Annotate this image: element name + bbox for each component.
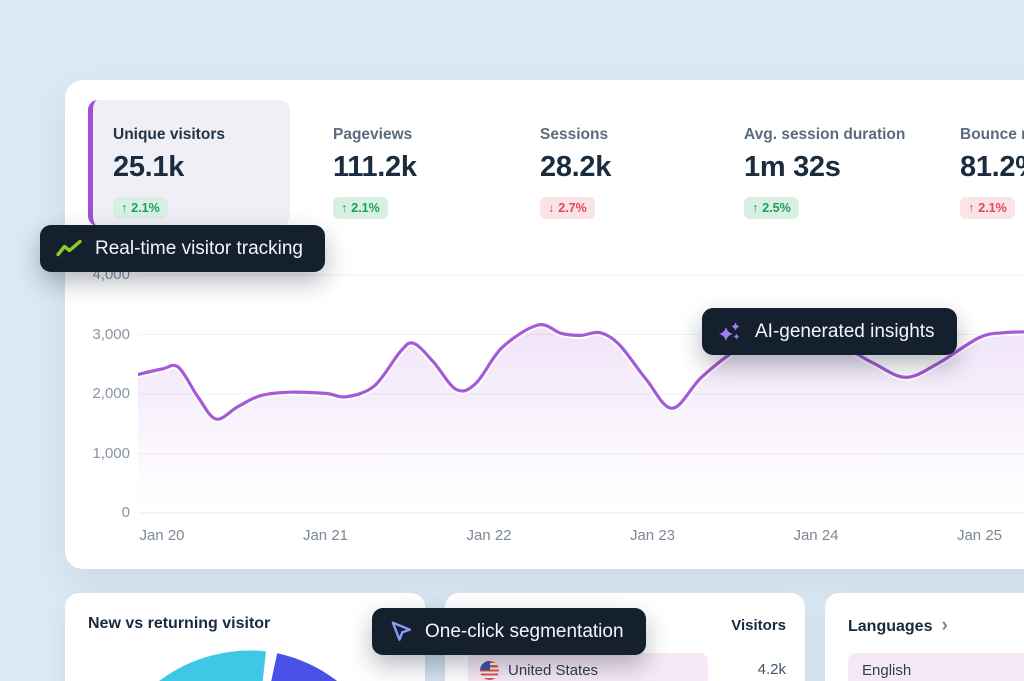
us-flag-icon [480, 661, 499, 680]
y-axis-label: 1,000 [65, 445, 130, 463]
callout-label: Real-time visitor tracking [95, 238, 303, 260]
stat-label: Pageviews [333, 126, 417, 144]
y-axis-label: 0 [65, 504, 130, 522]
y-axis-label: 3,000 [65, 326, 130, 344]
country-row-united-states[interactable]: United States 4.2k [468, 653, 786, 681]
stat-label: Avg. session duration [744, 126, 905, 144]
stat-label: Sessions [540, 126, 611, 144]
stat-value: 81.2% [960, 151, 1024, 184]
callout-one-click-segmentation: One-click segmentation [372, 608, 646, 655]
country-name-pill[interactable]: United States [468, 653, 708, 681]
language-name: English [862, 662, 911, 679]
country-visitors-value: 4.2k [758, 661, 786, 678]
trend-arrow-icon: ↓ [548, 201, 554, 215]
stat-change-badge: ↑2.1% [960, 197, 1015, 219]
callout-realtime-tracking: Real-time visitor tracking [40, 225, 325, 272]
stat-bounce-rate[interactable]: Bounce rate 81.2% ↑2.1% [960, 100, 1024, 219]
sparkles-icon [718, 321, 742, 343]
new-vs-returning-donut-chart[interactable] [65, 593, 425, 681]
stat-unique-visitors[interactable]: Unique visitors 25.1k ↑2.1% [88, 100, 290, 226]
stat-value: 111.2k [333, 151, 417, 184]
stat-value: 1m 32s [744, 151, 905, 184]
stat-avg-session-duration[interactable]: Avg. session duration 1m 32s ↑2.5% [744, 100, 905, 219]
x-axis-label: Jan 21 [286, 527, 366, 545]
trend-arrow-icon: ↑ [341, 201, 347, 215]
stat-change-badge: ↑2.1% [333, 197, 388, 219]
stat-change-badge: ↑2.5% [744, 197, 799, 219]
stat-label: Bounce rate [960, 126, 1024, 144]
stat-change-badge: ↓2.7% [540, 197, 595, 219]
x-axis-label: Jan 20 [122, 527, 202, 545]
trend-line-icon [56, 239, 82, 259]
callout-label: AI-generated insights [755, 321, 935, 343]
callout-ai-insights: AI-generated insights [702, 308, 957, 355]
language-row-english[interactable]: English [848, 653, 1024, 681]
x-axis-label: Jan 25 [940, 527, 1020, 545]
x-axis-label: Jan 23 [613, 527, 693, 545]
stat-value: 25.1k [113, 151, 290, 184]
callout-label: One-click segmentation [425, 621, 624, 643]
trend-arrow-icon: ↑ [752, 201, 758, 215]
cursor-icon [388, 620, 412, 644]
x-axis-label: Jan 22 [449, 527, 529, 545]
x-axis-label: Jan 24 [776, 527, 856, 545]
dashboard-background: { "page": { "background": "#dce9f5", "ca… [0, 0, 1024, 681]
languages-header[interactable]: Languages› [848, 615, 948, 637]
stat-label: Unique visitors [113, 126, 290, 144]
visitors-column-header: Visitors [731, 617, 786, 634]
y-axis-label: 2,000 [65, 385, 130, 403]
stat-sessions[interactable]: Sessions 28.2k ↓2.7% [540, 100, 611, 219]
stat-value: 28.2k [540, 151, 611, 184]
stat-pageviews[interactable]: Pageviews 111.2k ↑2.1% [333, 100, 417, 219]
trend-arrow-icon: ↑ [968, 201, 974, 215]
visitors-area-chart[interactable] [138, 270, 1024, 514]
country-name: United States [508, 662, 598, 679]
trend-arrow-icon: ↑ [121, 201, 127, 215]
chevron-right-icon: › [941, 615, 947, 636]
stat-change-badge: ↑2.1% [113, 197, 168, 219]
languages-card: Languages› English [825, 593, 1024, 681]
new-vs-returning-card: New vs returning visitor [65, 593, 425, 681]
